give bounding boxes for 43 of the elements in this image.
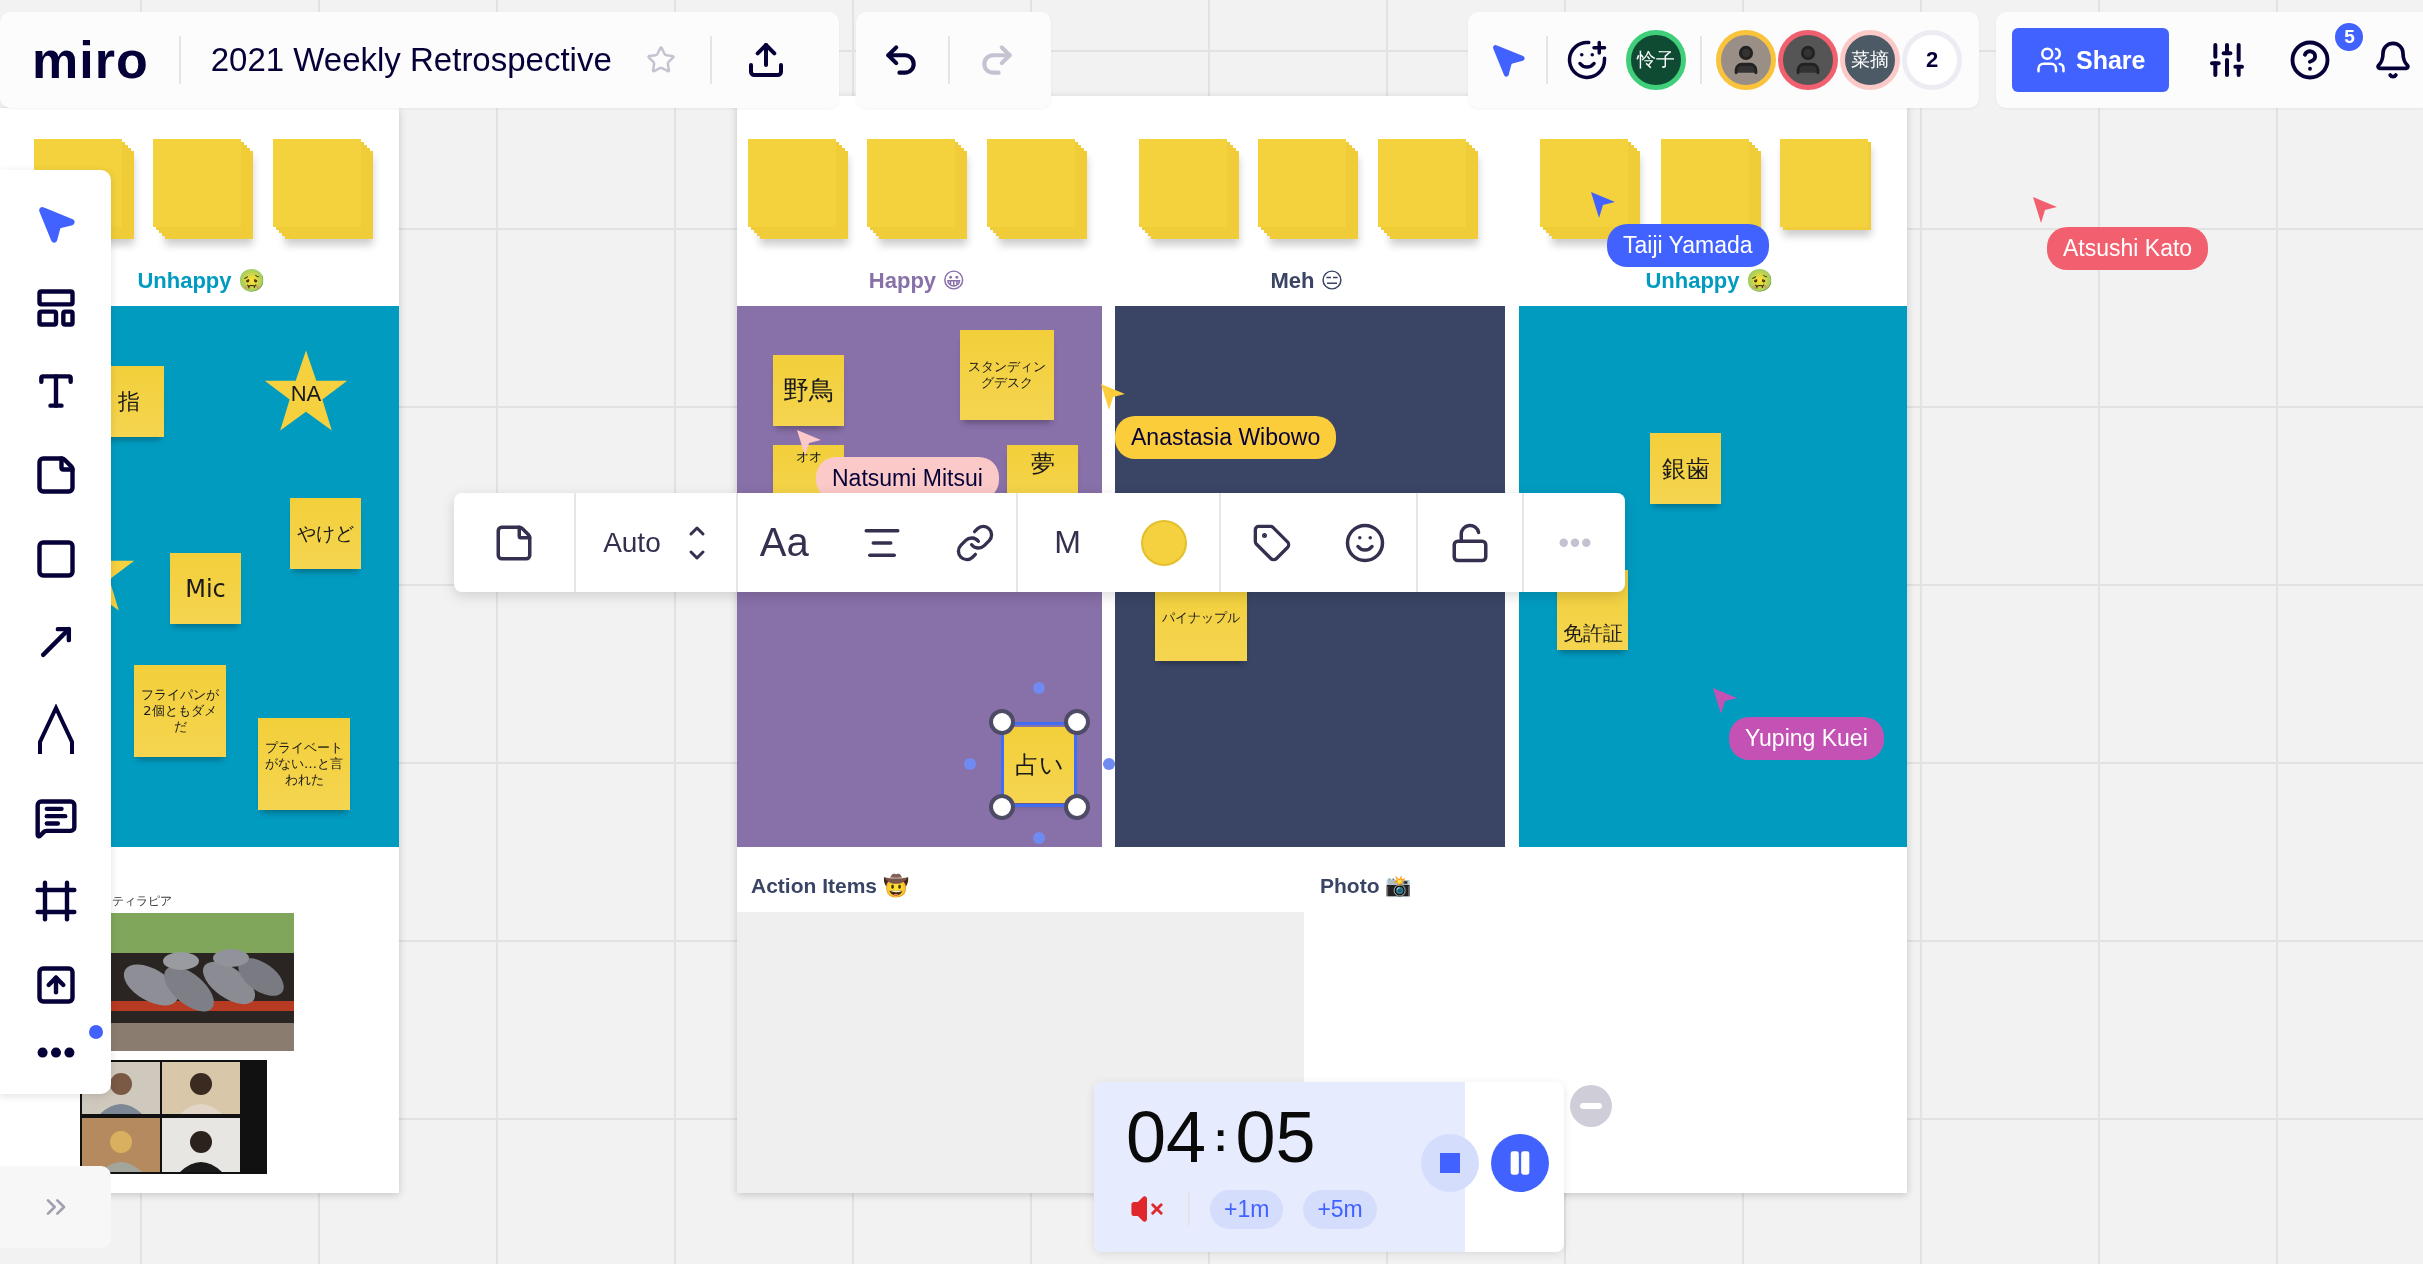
section-label: Photo 📸 [1320,874,1412,898]
sticky-note: フライパンが2個ともダメだ [134,665,226,757]
share-button[interactable]: Share [2012,28,2170,92]
column-label: Happy 😀 [868,268,966,294]
sticky-note: 銀歯 [1650,433,1721,504]
user-name-tag: Anastasia Wibowo [1115,416,1337,459]
share-label: Share [2076,45,2146,75]
size-label: Auto [603,526,661,559]
image-caption: ティラピア [112,893,172,910]
sticky-note: Mic [170,553,241,624]
size-button[interactable]: M [1050,520,1085,565]
minus-icon [1580,1103,1602,1109]
user-avatar[interactable] [1778,30,1838,90]
user-name-tag: Yuping Kuei [1729,717,1884,760]
sticky-note: スタンディングデスク [960,330,1054,420]
more-icon [1558,537,1591,548]
sticky-note: プライベートがない…と言われた [258,718,350,810]
users-icon [2036,45,2066,75]
status-dot [88,1024,103,1039]
user-name-tag: Atsushi Kato [2047,227,2209,270]
sticky-note[interactable]: 占い [1004,727,1074,803]
color-picker[interactable] [1141,519,1187,566]
sticky-note: やけど [290,498,361,569]
sticky-note: 野鳥 [773,355,844,426]
column-label: Unhappy 🤢 [1645,268,1773,294]
timer-display: 04:05 [1126,1096,1317,1178]
add-time-button[interactable]: +5m [1303,1189,1377,1229]
user-avatar[interactable]: 怜子 [1626,30,1686,90]
add-time-button[interactable]: +1m [1210,1189,1284,1229]
pause-button[interactable] [1491,1134,1549,1192]
section-label: Action Items 🤠 [751,874,909,898]
user-avatar[interactable] [1716,30,1776,90]
font-button[interactable]: Aa [755,516,813,569]
board-title: 2021 Weekly Retrospective [210,41,612,79]
logo: miro [32,30,149,90]
column-label: Meh 😑 [1270,268,1344,294]
notification-badge: 5 [2333,21,2366,53]
user-avatar[interactable]: 菜摘 [1840,30,1900,90]
column-label: Unhappy 🤢 [137,268,265,294]
user-name-tag: Taiji Yamada [1607,224,1769,267]
more-icon [36,1046,75,1058]
more-users-count[interactable]: 2 [1902,30,1962,90]
frame-icon [33,879,78,924]
